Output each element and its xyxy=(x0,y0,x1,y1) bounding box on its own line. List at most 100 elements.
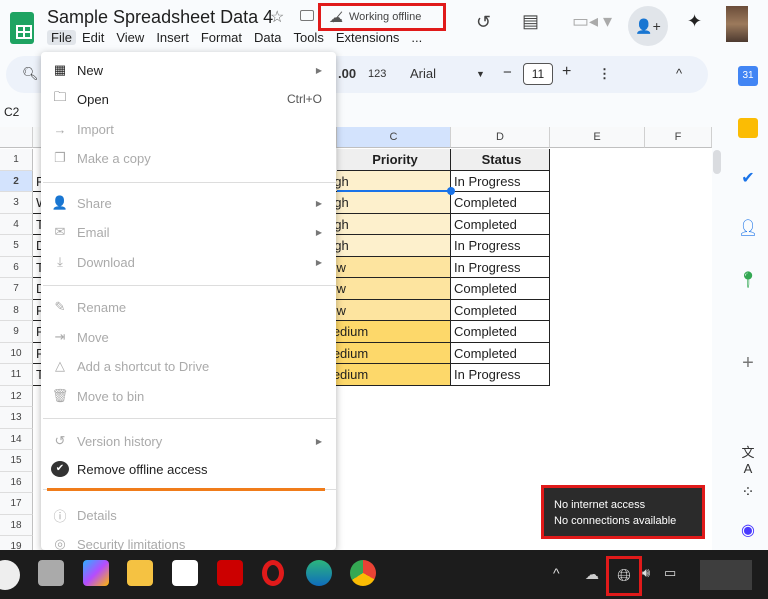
row-header[interactable]: 18 xyxy=(0,514,33,536)
menu-insert[interactable]: Insert xyxy=(156,30,195,45)
column-header-d[interactable]: D xyxy=(451,127,550,148)
copilot-icon[interactable] xyxy=(83,560,109,586)
file-menu-item-make-a-copy[interactable]: ❐ Make a copy xyxy=(41,144,336,172)
document-title[interactable]: Sample Spreadsheet Data 4 xyxy=(47,7,273,28)
vertical-scrollbar[interactable] xyxy=(713,150,721,174)
file-explorer-icon[interactable] xyxy=(127,560,153,586)
cell-status[interactable]: Completed xyxy=(451,321,550,343)
volume-icon[interactable]: 🔊︎ xyxy=(642,565,650,581)
cell-priority[interactable]: Medium xyxy=(318,342,451,364)
file-menu-item-import[interactable]: → Import xyxy=(41,115,336,143)
menu-format[interactable]: Format xyxy=(201,30,248,45)
row-header[interactable]: 13 xyxy=(0,407,33,429)
assistant-icon[interactable]: ◉ xyxy=(738,520,758,540)
file-menu-item-open[interactable]: 🗀 Open Ctrl+O xyxy=(41,85,336,113)
gemini-icon[interactable]: ✦ xyxy=(687,11,702,32)
row-header[interactable]: 9 xyxy=(0,321,33,343)
file-menu-item-share[interactable]: 👤 Share ▶ xyxy=(41,189,336,217)
file-menu-item-download[interactable]: ⤓ Download ▶ xyxy=(41,248,336,276)
name-box[interactable]: C2 xyxy=(4,105,19,119)
cell-priority[interactable]: Low xyxy=(318,278,451,300)
file-menu-item-move-to-bin[interactable]: 🗑 Move to bin xyxy=(41,382,336,410)
header-cell-status[interactable]: Status xyxy=(451,149,550,171)
row-header[interactable]: 6 xyxy=(0,256,33,278)
task-view-icon[interactable] xyxy=(38,560,64,586)
row-header[interactable]: 16 xyxy=(0,471,33,493)
cell-status[interactable]: Completed xyxy=(451,342,550,364)
menu-tools[interactable]: Tools xyxy=(293,30,329,45)
file-menu-item-add-a-shortcut-to-drive[interactable]: △ Add a shortcut to Drive xyxy=(41,352,336,380)
font-dropdown-icon[interactable]: ▼ xyxy=(476,69,485,79)
network-icon[interactable]: 🌐︎ xyxy=(606,556,642,596)
column-header-e[interactable]: E xyxy=(550,127,645,148)
maps-icon[interactable]: 📍︎ xyxy=(738,270,758,290)
opera-icon[interactable] xyxy=(262,560,284,586)
offline-status-badge[interactable]: ☁̸ Working offline xyxy=(318,3,446,31)
cell-priority[interactable]: Low xyxy=(318,256,451,278)
header-cell-priority[interactable]: Priority xyxy=(337,149,451,171)
star-icon[interactable]: ☆ xyxy=(270,7,284,27)
row-header[interactable]: 1 xyxy=(0,149,33,171)
cell-status[interactable]: Completed xyxy=(451,192,550,214)
comments-icon[interactable]: ▤ xyxy=(522,11,539,32)
cell-priority[interactable]: High xyxy=(318,192,451,214)
file-menu-item-remove-offline-access[interactable]: ✔ Remove offline access xyxy=(41,455,336,483)
fill-handle[interactable] xyxy=(447,187,455,195)
cell-status[interactable]: In Progress xyxy=(451,170,550,192)
cell-priority[interactable]: High xyxy=(318,235,451,257)
file-menu-item-rename[interactable]: ✎ Rename xyxy=(41,293,336,321)
menu-edit[interactable]: Edit xyxy=(82,30,110,45)
menu-data[interactable]: Data xyxy=(254,30,287,45)
file-menu-item-security-limitations[interactable]: ◎ Security limitations xyxy=(41,530,336,550)
menu-file[interactable]: File xyxy=(47,30,76,45)
row-header[interactable]: 11 xyxy=(0,364,33,386)
file-menu-item-version-history[interactable]: ↺ Version history ▶ xyxy=(41,427,336,455)
row-header[interactable]: 3 xyxy=(0,192,33,214)
row-header[interactable]: 10 xyxy=(0,342,33,364)
menu-extensions[interactable]: Extensions xyxy=(336,30,406,45)
number-format-button[interactable]: 123 xyxy=(368,68,386,80)
add-addon-icon[interactable]: + xyxy=(738,352,758,374)
store-icon[interactable] xyxy=(172,560,198,586)
search-icon[interactable]: 🔍︎ xyxy=(22,66,39,82)
more-options-icon[interactable]: ⋮ xyxy=(598,66,611,82)
meet-icon[interactable]: ▭◂ ▾ xyxy=(572,11,612,32)
row-header[interactable]: 17 xyxy=(0,493,33,515)
row-header[interactable]: 12 xyxy=(0,385,33,407)
row-header[interactable]: 4 xyxy=(0,213,33,235)
collapse-toolbar-icon[interactable]: ^ xyxy=(676,66,682,81)
avatar[interactable] xyxy=(726,6,748,42)
font-select[interactable]: Arial xyxy=(410,66,436,81)
menu-view[interactable]: View xyxy=(116,30,150,45)
chrome-icon[interactable] xyxy=(350,560,376,586)
font-size-increase[interactable]: + xyxy=(562,63,571,81)
clock[interactable] xyxy=(700,560,752,590)
cell-status[interactable]: In Progress xyxy=(451,256,550,278)
file-menu-item-move[interactable]: ⇥ Move xyxy=(41,323,336,351)
tasks-icon[interactable]: ✔ xyxy=(738,168,758,188)
row-header[interactable]: 8 xyxy=(0,299,33,321)
cell-priority[interactable]: Medium xyxy=(318,364,451,386)
share-button[interactable]: 👤+ xyxy=(628,6,668,46)
cell-priority[interactable]: High xyxy=(318,213,451,235)
cell-priority[interactable]: Low xyxy=(318,299,451,321)
edge-icon[interactable] xyxy=(306,560,332,586)
select-all-corner[interactable] xyxy=(0,127,33,148)
file-menu-item-new[interactable]: ▦ New ▶ xyxy=(41,56,336,84)
cell-status[interactable]: Completed xyxy=(451,299,550,321)
onedrive-icon[interactable]: ☁ xyxy=(585,566,599,583)
translate-icon[interactable]: 文A xyxy=(738,442,758,476)
calendar-icon[interactable]: 31 xyxy=(738,66,758,86)
battery-icon[interactable]: ▭ xyxy=(664,565,676,581)
row-header[interactable]: 2 xyxy=(0,170,33,192)
file-menu-item-details[interactable]: ⓘ Details xyxy=(41,501,336,529)
cell-status[interactable]: In Progress xyxy=(451,235,550,257)
cell-status[interactable]: In Progress xyxy=(451,364,550,386)
decimal-button[interactable]: .00 xyxy=(338,66,356,81)
row-header[interactable]: 7 xyxy=(0,278,33,300)
column-header-f[interactable]: F xyxy=(645,127,712,148)
row-header[interactable]: 15 xyxy=(0,450,33,472)
addons-icon[interactable]: ⁘ xyxy=(738,482,758,502)
move-folder-icon[interactable] xyxy=(300,10,314,21)
column-header-c[interactable]: C xyxy=(337,127,451,148)
